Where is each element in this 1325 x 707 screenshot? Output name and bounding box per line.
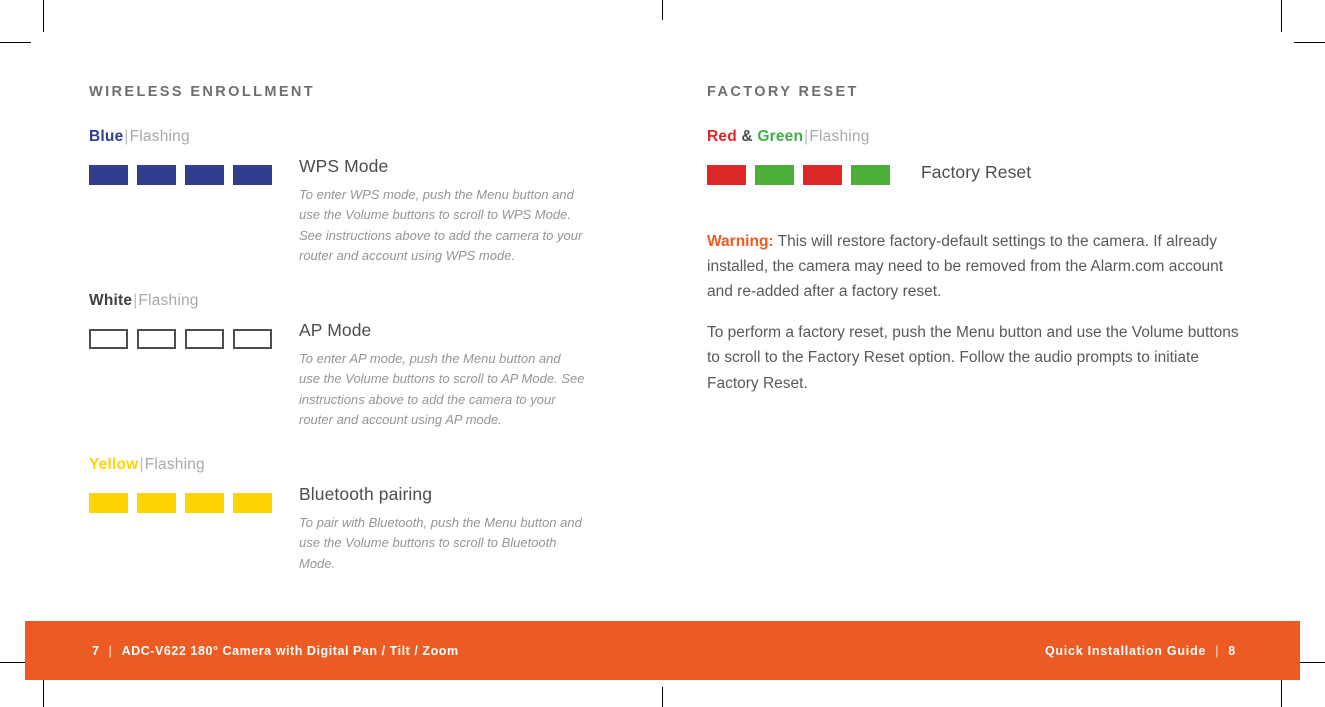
led-state: Flashing bbox=[138, 292, 199, 310]
page-content: WIRELESS ENROLLMENT Blue|Flashing WPS Mo… bbox=[0, 0, 1325, 707]
led-row-ap: AP Mode To enter AP mode, push the Menu … bbox=[89, 320, 609, 430]
led-state: Flashing bbox=[144, 456, 205, 474]
led-row-factory-reset: Factory Reset bbox=[707, 156, 1252, 185]
led-mode-description: To pair with Bluetooth, push the Menu bu… bbox=[299, 515, 582, 571]
led-mode-description: To enter AP mode, push the Menu button a… bbox=[299, 351, 585, 427]
led-swatch bbox=[185, 493, 224, 514]
footer-right-group: Quick Installation Guide | 8 bbox=[1045, 644, 1236, 658]
led-swatch bbox=[89, 165, 128, 185]
footer-guide-title: Quick Installation Guide bbox=[1044, 643, 1207, 658]
factory-reset-warning-paragraph: Warning: This will restore factory-defau… bbox=[707, 229, 1241, 304]
led-label-red-green: Red & Green|Flashing bbox=[707, 128, 1252, 146]
warning-body-text: This will restore factory-default settin… bbox=[707, 233, 1224, 301]
led-color-name: Yellow bbox=[89, 456, 139, 474]
footer-left-divider: | bbox=[108, 643, 113, 658]
led-swatch bbox=[233, 165, 272, 185]
led-label-ampersand: & bbox=[741, 128, 753, 145]
footer-right-divider: | bbox=[1215, 643, 1220, 658]
led-label-yellow: Yellow|Flashing bbox=[89, 456, 609, 474]
factory-reset-heading: FACTORY RESET bbox=[707, 84, 859, 100]
factory-reset-body: Warning: This will restore factory-defau… bbox=[707, 229, 1252, 396]
led-swatch-strip-white bbox=[89, 320, 281, 350]
led-label-white: White|Flashing bbox=[89, 292, 609, 310]
wireless-enrollment-section: WIRELESS ENROLLMENT Blue|Flashing WPS Mo… bbox=[89, 84, 609, 574]
led-mode-title: Factory Reset bbox=[921, 162, 1032, 182]
led-swatch bbox=[233, 329, 272, 350]
led-swatch bbox=[137, 329, 176, 350]
led-swatch bbox=[137, 165, 176, 185]
led-color-name: White bbox=[89, 292, 133, 310]
led-text-bluetooth: Bluetooth pairing To pair with Bluetooth… bbox=[299, 484, 585, 574]
factory-reset-section: FACTORY RESET Red & Green|Flashing Facto… bbox=[707, 84, 1252, 396]
led-mode-description: To enter WPS mode, push the Menu button … bbox=[299, 187, 583, 263]
led-color-name-green: Green bbox=[757, 128, 804, 145]
warning-label: Warning: bbox=[707, 233, 774, 250]
led-text-factory-reset: Factory Reset bbox=[921, 156, 1031, 183]
led-label-blue: Blue|Flashing bbox=[89, 128, 609, 146]
led-mode-title: AP Mode bbox=[299, 320, 372, 341]
led-group-bluetooth: Yellow|Flashing Bluetooth pairing To pai… bbox=[89, 456, 609, 574]
led-group-factory-reset: Red & Green|Flashing Factory Reset bbox=[707, 128, 1252, 185]
led-text-wps: WPS Mode To enter WPS mode, push the Men… bbox=[299, 156, 585, 266]
led-row-bluetooth: Bluetooth pairing To pair with Bluetooth… bbox=[89, 484, 609, 574]
led-swatch bbox=[89, 329, 128, 350]
led-mode-title: WPS Mode bbox=[299, 156, 389, 176]
footer-product-title: ADC-V622 180° Camera with Digital Pan / … bbox=[121, 643, 459, 658]
page-canvas: WIRELESS ENROLLMENT Blue|Flashing WPS Mo… bbox=[0, 0, 1325, 707]
page-footer: 7 | ADC-V622 180° Camera with Digital Pan … bbox=[25, 621, 1300, 680]
led-swatch-strip-red-green bbox=[707, 156, 899, 185]
led-swatch-strip-yellow bbox=[89, 484, 281, 514]
led-mode-title: Bluetooth pairing bbox=[299, 484, 433, 505]
led-swatch bbox=[185, 329, 224, 350]
led-group-ap: White|Flashing AP Mode To enter AP mode,… bbox=[89, 292, 609, 430]
led-swatch bbox=[755, 165, 794, 185]
led-swatch bbox=[851, 165, 890, 185]
led-swatch bbox=[707, 165, 746, 185]
led-swatch-strip-blue bbox=[89, 156, 281, 185]
footer-left-group: 7 | ADC-V622 180° Camera with Digital Pan … bbox=[92, 644, 459, 658]
led-color-name-red: Red bbox=[707, 128, 737, 145]
led-state: Flashing bbox=[809, 128, 870, 145]
led-swatch bbox=[233, 493, 272, 514]
footer-left-page-number: 7 bbox=[92, 643, 100, 658]
led-row-wps: WPS Mode To enter WPS mode, push the Men… bbox=[89, 156, 609, 266]
led-group-wps: Blue|Flashing WPS Mode To enter WPS mode… bbox=[89, 128, 609, 266]
led-swatch bbox=[89, 493, 128, 514]
footer-right-page-number: 8 bbox=[1228, 643, 1236, 658]
led-state: Flashing bbox=[129, 128, 190, 145]
led-swatch bbox=[803, 165, 842, 185]
led-text-ap: AP Mode To enter AP mode, push the Menu … bbox=[299, 320, 585, 430]
factory-reset-instructions-paragraph: To perform a factory reset, push the Men… bbox=[707, 324, 1239, 392]
wireless-enrollment-heading: WIRELESS ENROLLMENT bbox=[89, 84, 316, 100]
led-swatch bbox=[137, 493, 176, 514]
led-swatch bbox=[185, 165, 224, 185]
led-color-name: Blue bbox=[89, 128, 124, 145]
